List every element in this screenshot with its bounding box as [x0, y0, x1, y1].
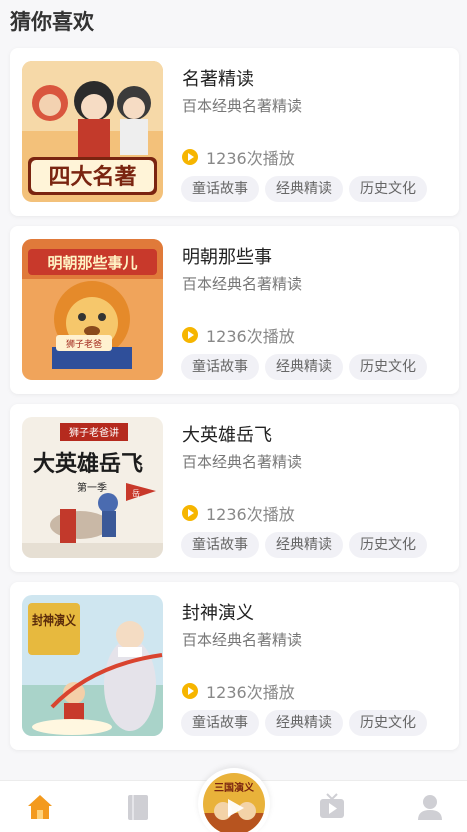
play-icon: [182, 683, 198, 699]
play-count-text: 1236次播放: [206, 505, 295, 524]
play-center-icon: 三国演义: [203, 773, 265, 832]
book-icon: [128, 795, 148, 820]
book-card[interactable]: 封神演义 封神演义 百本经典名著精读 1236次播放 童话故事 经典精读 历史文…: [10, 582, 459, 750]
flag-text: 岳: [132, 488, 140, 498]
play-count: 1236次播放: [182, 501, 295, 525]
book-cover[interactable]: 狮子老爸讲 大英雄岳飞 第一季 岳: [22, 417, 163, 558]
play-icon: [182, 327, 198, 343]
center-cover: 三国演义: [203, 773, 265, 832]
book-cover[interactable]: 四大名著: [22, 61, 163, 202]
book-subtitle: 百本经典名著精读: [182, 631, 303, 649]
cover-top-text: 狮子老爸讲: [69, 426, 119, 439]
book-card[interactable]: 狮子老爸讲 大英雄岳飞 第一季 岳 大英雄岳飞 百本经典名著精读 1236次播放…: [10, 404, 459, 572]
tab-home[interactable]: [24, 791, 56, 823]
home-icon: [28, 795, 52, 819]
tag[interactable]: 历史文化: [349, 354, 427, 380]
play-count-text: 1236次播放: [206, 149, 295, 168]
tag[interactable]: 经典精读: [265, 710, 343, 736]
tab-video[interactable]: [316, 791, 348, 823]
cover-sub-text: 第一季: [77, 481, 107, 494]
tag-list: 童话故事 经典精读 历史文化: [181, 532, 433, 558]
cover-art-mingchao: 明朝那些事儿 狮子老爸: [22, 239, 163, 380]
book-subtitle: 百本经典名著精读: [182, 453, 303, 471]
tag[interactable]: 历史文化: [349, 710, 427, 736]
cover-title-text: 大英雄岳飞: [33, 451, 143, 477]
book-title[interactable]: 名著精读: [182, 65, 254, 91]
cover-art-sidamingzhu: 四大名著: [22, 61, 163, 202]
cover-art-yuefei: 狮子老爸讲 大英雄岳飞 第一季 岳: [22, 417, 163, 558]
center-play-button[interactable]: 三国演义: [198, 768, 270, 832]
play-icon: [182, 505, 198, 521]
user-icon: [418, 795, 442, 820]
book-cover[interactable]: 明朝那些事儿 狮子老爸: [22, 239, 163, 380]
cover-title-text: 明朝那些事儿: [47, 254, 137, 272]
book-card[interactable]: 明朝那些事儿 狮子老爸 明朝那些事 百本经典名著精读 1236次播放 童话故事 …: [10, 226, 459, 394]
play-count: 1236次播放: [182, 145, 295, 169]
book-title[interactable]: 明朝那些事: [182, 243, 272, 269]
tag[interactable]: 历史文化: [349, 532, 427, 558]
tag[interactable]: 经典精读: [265, 176, 343, 202]
tv-icon: [320, 793, 344, 818]
tag-list: 童话故事 经典精读 历史文化: [181, 176, 433, 202]
play-count: 1236次播放: [182, 679, 295, 703]
play-count-text: 1236次播放: [206, 327, 295, 346]
tag[interactable]: 童话故事: [181, 354, 259, 380]
tag[interactable]: 童话故事: [181, 176, 259, 202]
tag[interactable]: 历史文化: [349, 176, 427, 202]
book-title[interactable]: 大英雄岳飞: [182, 421, 272, 447]
tab-books[interactable]: [122, 791, 154, 823]
center-cover-text: 三国演义: [214, 781, 255, 794]
book-subtitle: 百本经典名著精读: [182, 275, 303, 293]
tag[interactable]: 经典精读: [265, 532, 343, 558]
tag[interactable]: 经典精读: [265, 354, 343, 380]
tag-list: 童话故事 经典精读 历史文化: [181, 354, 433, 380]
book-cover[interactable]: 封神演义: [22, 595, 163, 736]
book-list: 四大名著 名著精读 百本经典名著精读 1236次播放 童话故事 经典精读 历史文…: [10, 48, 459, 760]
cover-title-text: 四大名著: [48, 164, 136, 190]
tab-profile[interactable]: [414, 791, 446, 823]
book-title[interactable]: 封神演义: [182, 599, 254, 625]
play-icon: [182, 149, 198, 165]
section-title: 猜你喜欢: [10, 10, 94, 34]
cover-art-fengshen: 封神演义: [22, 595, 163, 736]
play-count-text: 1236次播放: [206, 683, 295, 702]
tag[interactable]: 童话故事: [181, 710, 259, 736]
cover-title-text: 封神演义: [32, 613, 77, 629]
book-card[interactable]: 四大名著 名著精读 百本经典名著精读 1236次播放 童话故事 经典精读 历史文…: [10, 48, 459, 216]
play-count: 1236次播放: [182, 323, 295, 347]
book-subtitle: 百本经典名著精读: [182, 97, 303, 115]
cover-sub-text: 狮子老爸: [66, 338, 102, 350]
tag[interactable]: 童话故事: [181, 532, 259, 558]
tag-list: 童话故事 经典精读 历史文化: [181, 710, 433, 736]
